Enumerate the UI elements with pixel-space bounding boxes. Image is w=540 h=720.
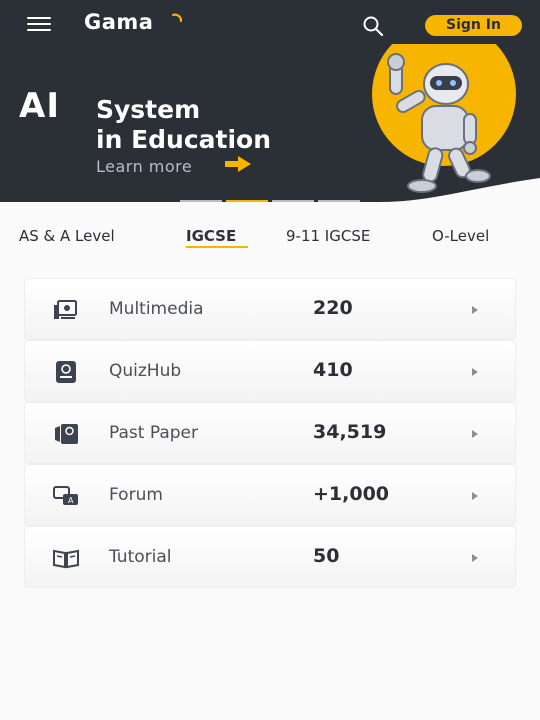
logo-arc-icon: [172, 13, 182, 23]
active-tab-indicator: [186, 246, 248, 248]
tutorial-book-icon: [53, 549, 79, 569]
hero-banner: Gama Sign In AI System in Education Lear…: [0, 0, 540, 202]
item-count: 220: [313, 297, 353, 319]
item-count: 34,519: [313, 421, 387, 443]
list-item-tutorial[interactable]: Tutorial 50: [24, 526, 516, 588]
svg-text:A: A: [68, 496, 74, 505]
chevron-right-icon: [472, 430, 478, 438]
list-item-quizhub[interactable]: QuizHub 410: [24, 340, 516, 402]
tab-o-level[interactable]: O-Level: [432, 227, 489, 245]
arrow-right-icon[interactable]: [225, 156, 251, 172]
forum-icon: A: [53, 486, 78, 505]
hero-title-line2: in Education: [96, 125, 272, 154]
tab-igcse[interactable]: IGCSE: [186, 227, 236, 245]
multimedia-icon: [54, 300, 77, 319]
tab-9-11-igcse[interactable]: 9-11 IGCSE: [286, 227, 370, 245]
chevron-right-icon: [472, 492, 478, 500]
learn-more-link[interactable]: Learn more: [96, 157, 192, 176]
item-label: Multimedia: [109, 299, 204, 319]
item-label: Forum: [109, 485, 163, 505]
item-label: Tutorial: [109, 547, 172, 567]
resource-list: Multimedia 220 QuizHub 410 Past Paper 34…: [24, 278, 516, 588]
carousel-indicator: [180, 200, 360, 202]
hamburger-menu-icon[interactable]: [27, 17, 51, 33]
quiz-icon: [56, 361, 76, 383]
list-item-past-paper[interactable]: Past Paper 34,519: [24, 402, 516, 464]
app-logo[interactable]: Gama: [84, 10, 153, 34]
hero-ai-text: AI: [19, 86, 60, 126]
search-icon[interactable]: [361, 14, 385, 38]
level-tabs: AS & A Level IGCSE 9-11 IGCSE O-Level: [0, 212, 540, 262]
item-label: Past Paper: [109, 423, 198, 443]
chevron-right-icon: [472, 554, 478, 562]
sign-in-button[interactable]: Sign In: [425, 15, 522, 36]
chevron-right-icon: [472, 368, 478, 376]
tab-as-a-level[interactable]: AS & A Level: [19, 227, 115, 245]
item-label: QuizHub: [109, 361, 182, 381]
item-count: 50: [313, 545, 340, 567]
past-paper-icon: [55, 424, 78, 444]
hero-wave: [0, 178, 540, 202]
list-item-multimedia[interactable]: Multimedia 220: [24, 278, 516, 340]
item-count: +1,000: [313, 483, 390, 505]
item-count: 410: [313, 359, 353, 381]
hero-title-line1: System: [96, 95, 201, 124]
chevron-right-icon: [472, 306, 478, 314]
list-item-forum[interactable]: A Forum +1,000: [24, 464, 516, 526]
